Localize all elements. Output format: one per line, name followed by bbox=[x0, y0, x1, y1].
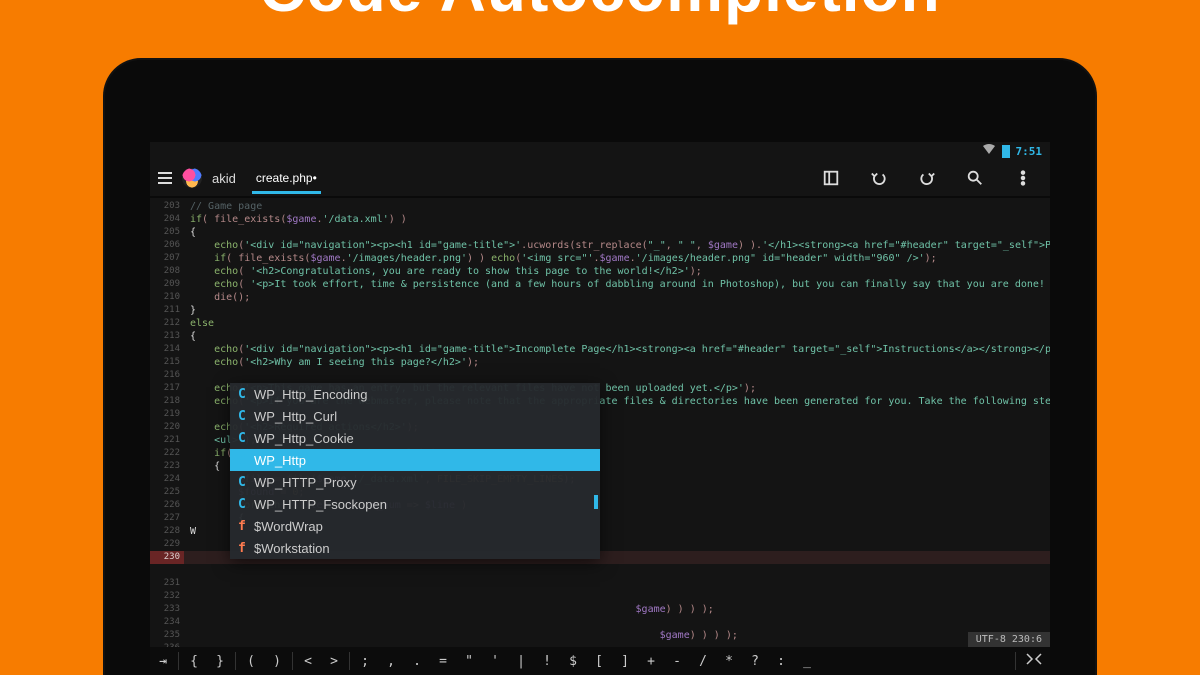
completion-kind-icon: C bbox=[238, 409, 254, 424]
clock: 7:51 bbox=[1016, 145, 1043, 158]
tab-file[interactable]: create.php• bbox=[252, 163, 321, 194]
screen: 7:51 akid create.php• 203 204 205 206 20… bbox=[150, 142, 1050, 675]
redo-button[interactable] bbox=[914, 165, 940, 191]
completion-label: WP_Http bbox=[254, 453, 306, 468]
completion-label: WP_Http_Curl bbox=[254, 409, 337, 424]
symbol-key[interactable]: ] bbox=[612, 654, 638, 669]
symbol-key[interactable]: } bbox=[207, 654, 233, 669]
autocomplete-item[interactable]: CWP_HTTP_Fsockopen bbox=[230, 493, 600, 515]
symbol-key[interactable]: ! bbox=[534, 654, 560, 669]
symbol-key[interactable]: ( bbox=[238, 654, 264, 669]
autocomplete-item[interactable]: CWP_Http_Cookie bbox=[230, 427, 600, 449]
completion-label: $WordWrap bbox=[254, 519, 323, 534]
symbol-key[interactable]: ' bbox=[482, 654, 508, 669]
completion-label: WP_HTTP_Proxy bbox=[254, 475, 357, 490]
android-status-bar: 7:51 bbox=[150, 142, 1050, 160]
tablet-frame: 7:51 akid create.php• 203 204 205 206 20… bbox=[105, 60, 1095, 675]
toggle-sidebar-button[interactable] bbox=[818, 165, 844, 191]
completion-label: $Workstation bbox=[254, 541, 330, 556]
promo-banner: Code Autocompletion bbox=[0, 0, 1200, 42]
popup-scrollbar-thumb[interactable] bbox=[594, 495, 598, 509]
completion-kind-icon: C bbox=[238, 431, 254, 446]
menu-icon[interactable] bbox=[158, 172, 172, 184]
completion-kind-icon: f bbox=[238, 541, 254, 556]
line-gutter: 203 204 205 206 207 208 209 210 211 212 … bbox=[150, 198, 184, 649]
completion-kind-icon: C bbox=[238, 475, 254, 490]
symbol-key[interactable]: _ bbox=[794, 654, 820, 669]
completion-kind-icon: f bbox=[238, 519, 254, 534]
symbol-key[interactable]: > bbox=[321, 654, 347, 669]
symbol-key[interactable]: , bbox=[378, 654, 404, 669]
completion-label: WP_Http_Cookie bbox=[254, 431, 354, 446]
battery-icon bbox=[1002, 145, 1010, 158]
tab-key[interactable]: ⇥ bbox=[150, 654, 176, 669]
symbol-key[interactable]: ; bbox=[352, 654, 378, 669]
autocomplete-item[interactable]: f$Workstation bbox=[230, 537, 600, 559]
wifi-icon bbox=[982, 144, 996, 158]
completion-kind-icon: C bbox=[238, 387, 254, 402]
autocomplete-item[interactable]: CWP_Http bbox=[230, 449, 600, 471]
undo-button[interactable] bbox=[866, 165, 892, 191]
app-logo-icon bbox=[182, 168, 202, 188]
code-editor[interactable]: 203 204 205 206 207 208 209 210 211 212 … bbox=[150, 198, 1050, 649]
autocomplete-item[interactable]: f$WordWrap bbox=[230, 515, 600, 537]
symbol-key[interactable]: < bbox=[295, 654, 321, 669]
symbol-keybar: ⇥ {} () <>;,.="'|!$[]+-/*?:_ bbox=[150, 647, 1050, 675]
symbol-key[interactable]: ) bbox=[264, 654, 290, 669]
autocomplete-popup[interactable]: CWP_Http_EncodingCWP_Http_CurlCWP_Http_C… bbox=[230, 383, 600, 559]
app-toolbar: akid create.php• bbox=[150, 160, 1050, 198]
completion-kind-icon: C bbox=[238, 497, 254, 512]
symbol-key[interactable]: = bbox=[430, 654, 456, 669]
symbol-key[interactable]: | bbox=[508, 654, 534, 669]
symbol-key[interactable]: $ bbox=[560, 654, 586, 669]
symbol-key[interactable]: . bbox=[404, 654, 430, 669]
symbol-key[interactable]: { bbox=[181, 654, 207, 669]
completion-label: WP_Http_Encoding bbox=[254, 387, 367, 402]
autocomplete-item[interactable]: CWP_Http_Curl bbox=[230, 405, 600, 427]
symbol-key[interactable]: : bbox=[768, 654, 794, 669]
autocomplete-item[interactable]: CWP_Http_Encoding bbox=[230, 383, 600, 405]
symbol-key[interactable]: - bbox=[664, 654, 690, 669]
symbol-key[interactable]: " bbox=[456, 654, 482, 669]
symbol-key[interactable]: * bbox=[716, 654, 742, 669]
symbol-key[interactable]: / bbox=[690, 654, 716, 669]
editor-status-line: UTF-8 230:6 bbox=[968, 632, 1050, 647]
symbol-key[interactable]: + bbox=[638, 654, 664, 669]
symbol-key[interactable]: ? bbox=[742, 654, 768, 669]
completion-label: WP_HTTP_Fsockopen bbox=[254, 497, 387, 512]
search-button[interactable] bbox=[962, 165, 988, 191]
symbol-key[interactable]: [ bbox=[586, 654, 612, 669]
overflow-menu-button[interactable] bbox=[1010, 165, 1036, 191]
autocomplete-item[interactable]: CWP_HTTP_Proxy bbox=[230, 471, 600, 493]
app-name: akid bbox=[212, 171, 236, 186]
completion-kind-icon: C bbox=[238, 453, 254, 468]
collapse-keyboard-button[interactable] bbox=[1018, 652, 1050, 670]
